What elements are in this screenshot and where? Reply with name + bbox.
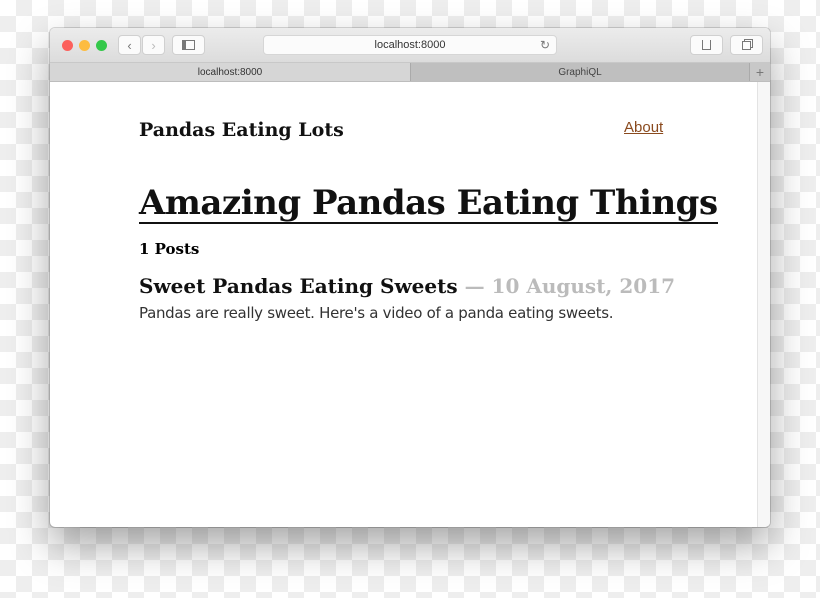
browser-window: ‹ › localhost:8000 ↻ localhost:8000 Graph… bbox=[50, 28, 770, 527]
tab-label: localhost:8000 bbox=[197, 66, 263, 78]
tab-bar: localhost:8000 GraphiQL + bbox=[50, 62, 770, 82]
share-icon bbox=[702, 40, 711, 50]
post-title-row: Sweet Pandas Eating Sweets — 10 August, … bbox=[139, 274, 675, 298]
minimize-window-button[interactable] bbox=[79, 40, 90, 51]
chevron-left-icon: ‹ bbox=[127, 37, 132, 53]
reload-icon[interactable]: ↻ bbox=[540, 38, 550, 52]
sidebar-icon bbox=[182, 40, 195, 50]
share-button[interactable] bbox=[690, 35, 723, 55]
scrollbar[interactable] bbox=[757, 82, 770, 527]
zoom-window-button[interactable] bbox=[96, 40, 107, 51]
about-link[interactable]: About bbox=[624, 119, 663, 136]
chevron-right-icon: › bbox=[151, 37, 156, 53]
browser-toolbar: ‹ › localhost:8000 ↻ bbox=[50, 28, 770, 62]
sidebar-button[interactable] bbox=[172, 35, 205, 55]
close-window-button[interactable] bbox=[62, 40, 73, 51]
back-button[interactable]: ‹ bbox=[118, 35, 141, 55]
post-date: — 10 August, 2017 bbox=[464, 274, 676, 298]
post-excerpt: Pandas are really sweet. Here's a video … bbox=[139, 304, 614, 322]
post-count: 1 Posts bbox=[139, 240, 200, 258]
new-tab-button[interactable]: + bbox=[749, 63, 770, 81]
plus-icon: + bbox=[755, 64, 765, 80]
url-text: localhost:8000 bbox=[374, 39, 446, 51]
site-title[interactable]: Pandas Eating Lots bbox=[139, 119, 344, 141]
post-title-link[interactable]: Sweet Pandas Eating Sweets bbox=[139, 274, 458, 298]
address-bar[interactable]: localhost:8000 ↻ bbox=[263, 35, 557, 55]
forward-button[interactable]: › bbox=[142, 35, 165, 55]
page-title[interactable]: Amazing Pandas Eating Things bbox=[139, 184, 718, 224]
page-content: Pandas Eating Lots About Amazing Pandas … bbox=[50, 82, 757, 527]
tab-label: GraphiQL bbox=[558, 66, 602, 78]
tabs-overview-button[interactable] bbox=[730, 35, 763, 55]
tab-graphiql[interactable]: GraphiQL bbox=[410, 63, 749, 81]
tab-localhost[interactable]: localhost:8000 bbox=[50, 63, 410, 81]
tabs-icon bbox=[742, 40, 751, 50]
